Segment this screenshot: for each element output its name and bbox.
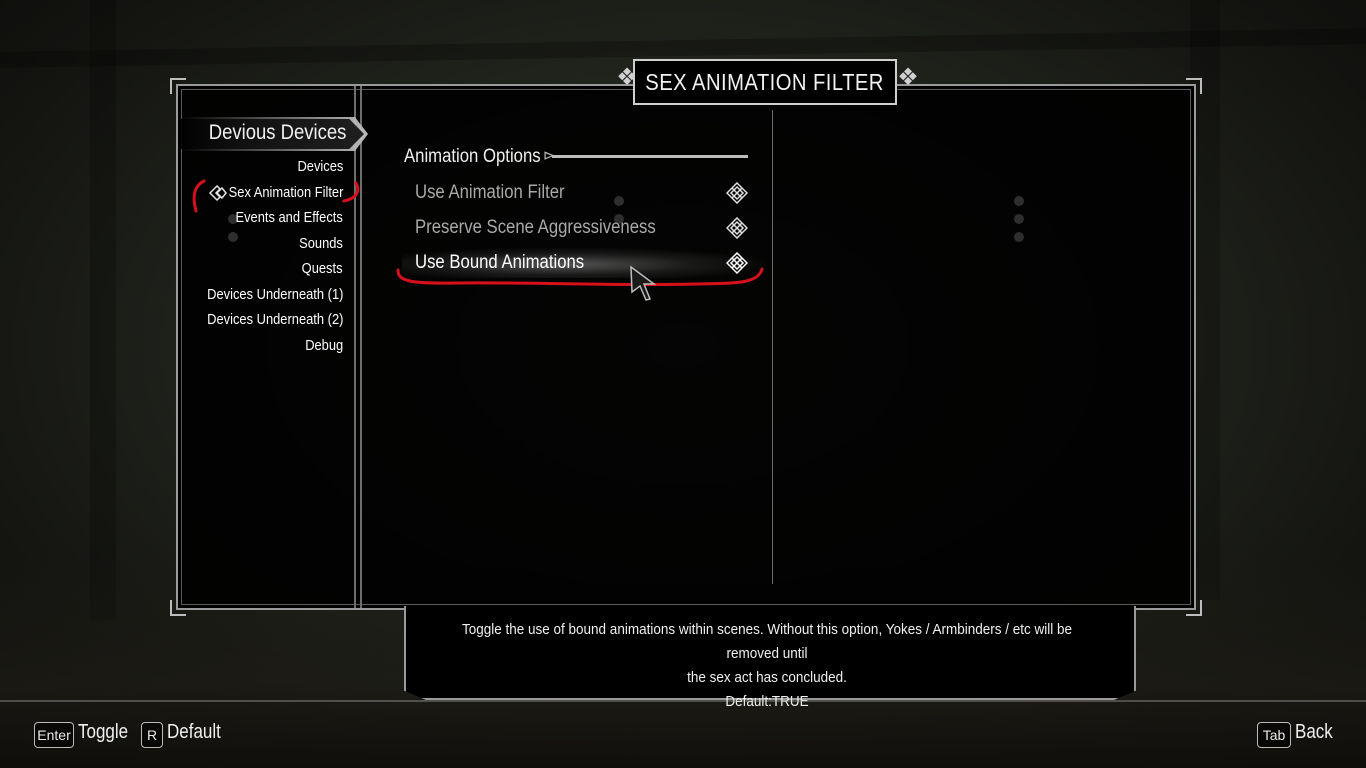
section-header: Animation Options [404,146,541,167]
option-row-preserve-scene-aggressiveness[interactable]: Preserve Scene Aggressiveness [402,213,764,243]
lantern-decoration [1014,232,1024,242]
page-item-quests[interactable]: Quests [302,260,343,277]
back-label[interactable]: Back [1295,721,1333,744]
page-item-devices-underneath-1[interactable]: Devices Underneath (1) [207,286,343,303]
knot-ornament-icon: ❖ [897,64,919,91]
lantern-decoration [1014,214,1024,224]
tab-key-hint[interactable]: Tab [1257,722,1291,748]
option-row-use-animation-filter[interactable]: Use Animation Filter [402,178,764,208]
page-item-sex-animation-filter[interactable]: Sex Animation Filter [228,184,343,201]
page-item-events-and-effects[interactable]: Events and Effects [236,209,343,226]
red-annotation-underline [396,267,764,287]
page-item-devices-underneath-2[interactable]: Devices Underneath (2) [207,311,343,328]
page-title: SEX ANIMATION FILTER [645,68,885,95]
page-item-devices[interactable]: Devices [297,158,343,175]
footer-divider [0,700,1366,702]
lantern-decoration [228,232,238,242]
column-divider [772,110,773,584]
selected-page-marker-icon [208,183,228,203]
panel-divider [354,86,362,608]
option-label: Use Animation Filter [415,182,565,203]
checkbox-checked-icon[interactable] [725,216,749,240]
r-key-hint[interactable]: R [141,722,163,748]
toggle-label[interactable]: Toggle [78,721,128,744]
option-label: Preserve Scene Aggressiveness [415,217,656,238]
enter-key-hint[interactable]: Enter [34,722,74,748]
page-title-plate: SEX ANIMATION FILTER [633,59,897,105]
page-item-sounds[interactable]: Sounds [299,235,343,252]
section-rule [552,155,748,158]
mouse-cursor-icon [630,265,657,301]
mod-title[interactable]: Devious Devices [208,121,346,145]
frame-corner [1186,78,1202,94]
checkbox-checked-icon[interactable] [725,181,749,205]
info-description-line: Toggle the use of bound animations withi… [461,621,1073,662]
page-item-debug[interactable]: Debug [305,337,343,354]
lantern-decoration [1014,196,1024,206]
red-annotation-mark [342,181,360,203]
red-annotation-mark [192,179,206,213]
default-label[interactable]: Default [167,721,221,744]
frame-corner [170,78,186,94]
background-pillar [90,0,116,620]
info-description-line: the sex act has concluded. [687,669,847,686]
frame-corner [1186,600,1202,616]
frame-corner [170,600,186,616]
info-default-value: Default:TRUE [725,693,809,710]
